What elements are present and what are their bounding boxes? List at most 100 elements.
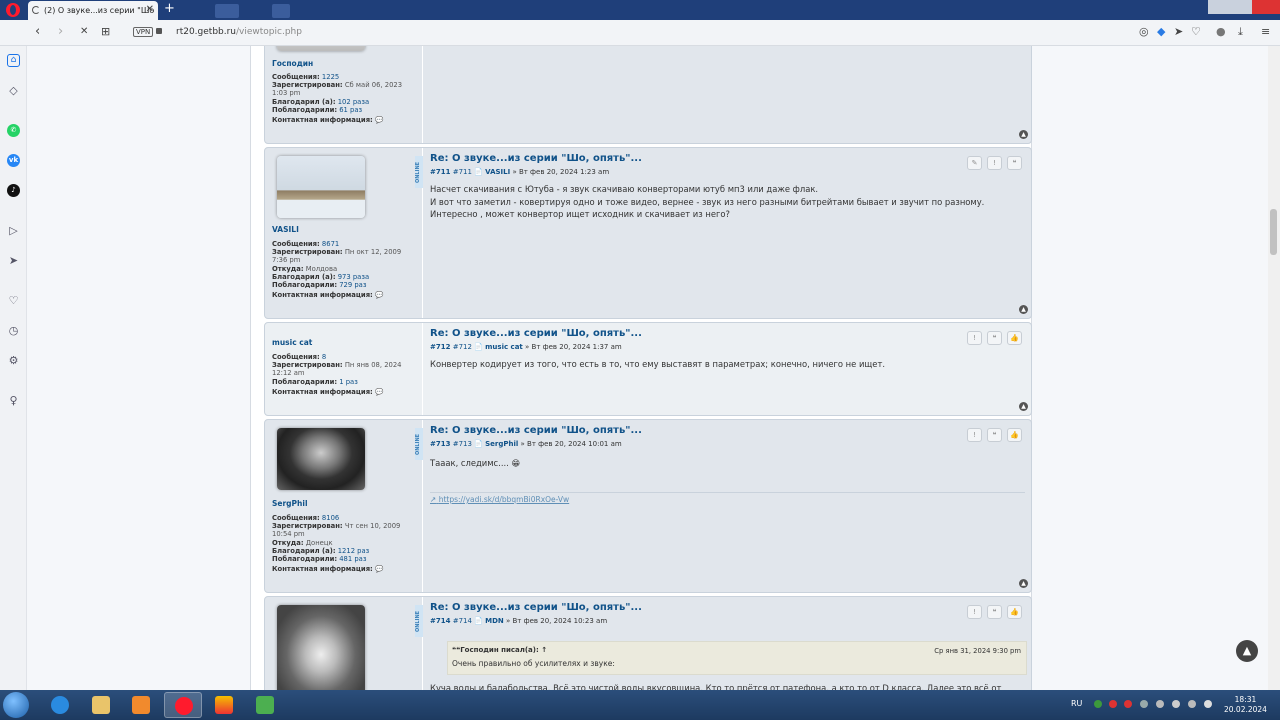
username[interactable]: VASILI — [272, 225, 299, 234]
contact-icon[interactable]: 💬 — [375, 116, 383, 124]
whatsapp-icon[interactable]: ✆ — [7, 124, 20, 137]
forward-icon[interactable]: › — [58, 24, 63, 39]
lock-icon[interactable] — [156, 28, 162, 34]
post-permalink[interactable]: #712 — [453, 343, 472, 351]
tray-antivirus-icon[interactable] — [1109, 700, 1117, 708]
post-title[interactable]: Re: О звуке...из серии "Шо, опять"... — [430, 425, 642, 436]
system-clock[interactable]: 18:31 20.02.2024 — [1224, 695, 1267, 715]
tab-close-button[interactable]: ✕ — [146, 4, 154, 15]
messages-count[interactable]: 8671 — [322, 240, 339, 248]
maximize-button[interactable] — [1232, 0, 1252, 14]
was-thanked-link[interactable]: 1 раз — [339, 378, 358, 386]
quote-button[interactable]: ❝ — [987, 428, 1002, 442]
thanked-link[interactable]: 102 раза — [338, 98, 369, 106]
messages-count[interactable]: 8106 — [322, 514, 339, 522]
avatar[interactable] — [277, 156, 365, 218]
back-to-top-button[interactable]: ▲ — [1019, 130, 1028, 139]
messages-count[interactable]: 8 — [322, 353, 326, 361]
favorites-icon[interactable]: ♡ — [7, 294, 20, 307]
like-button[interactable]: 👍 — [1007, 605, 1022, 619]
thanked-link[interactable]: 1212 раз — [338, 547, 370, 555]
speed-dial-icon[interactable]: ◇ — [7, 84, 20, 97]
post-number-link[interactable]: #712 — [430, 343, 450, 351]
back-to-top-button[interactable]: ▲ — [1019, 305, 1028, 314]
url-field[interactable]: rt20.getbb.ru/viewtopic.php — [176, 27, 302, 37]
tray-app-icon[interactable] — [1140, 700, 1148, 708]
was-thanked-link[interactable]: 61 раз — [339, 106, 362, 114]
tray-network-icon[interactable] — [1156, 700, 1164, 708]
scrollbar-thumb[interactable] — [1270, 209, 1277, 255]
page-scrollbar[interactable] — [1268, 46, 1280, 690]
username[interactable]: SergPhil — [272, 499, 308, 508]
taskbar-ie[interactable] — [41, 692, 79, 718]
taskbar-media-player[interactable] — [122, 692, 160, 718]
username[interactable]: Господин — [272, 59, 313, 68]
minimize-button[interactable] — [1208, 0, 1232, 14]
settings-icon[interactable]: ⚙ — [7, 354, 20, 367]
taskbar-aimp[interactable] — [205, 692, 243, 718]
post-author[interactable]: MDN — [485, 617, 504, 625]
tabs-grid-icon[interactable]: ⊞ — [101, 25, 110, 38]
tray-opera-icon[interactable] — [1124, 700, 1132, 708]
contact-icon[interactable]: 💬 — [375, 388, 383, 396]
avatar[interactable] — [277, 46, 365, 51]
post-permalink[interactable]: #711 — [453, 168, 472, 176]
easy-setup-menu-icon[interactable]: ≡ — [1261, 25, 1270, 38]
vpn-badge[interactable]: VPN — [133, 27, 154, 37]
avatar[interactable] — [277, 605, 365, 690]
vk-icon[interactable]: vk — [7, 154, 20, 167]
username[interactable]: music cat — [272, 338, 312, 347]
post-number-link[interactable]: #714 — [430, 617, 450, 625]
post-permalink[interactable]: #714 — [453, 617, 472, 625]
tab-active[interactable]: (2) О звуке...из серии "Шо ✕ — [28, 1, 158, 20]
back-to-top-button[interactable]: ▲ — [1019, 579, 1028, 588]
tray-app-icon[interactable] — [1094, 700, 1102, 708]
scroll-to-top-fab[interactable]: ▲ — [1236, 640, 1258, 662]
report-button[interactable]: ! — [967, 331, 982, 345]
opera-logo-icon[interactable] — [6, 3, 20, 17]
heart-icon[interactable]: ♡ — [1191, 25, 1201, 38]
background-tab[interactable] — [272, 4, 290, 18]
edit-button[interactable]: ✎ — [967, 156, 982, 170]
report-button[interactable]: ! — [967, 605, 982, 619]
taskbar-opera[interactable] — [164, 692, 202, 718]
snapshot-icon[interactable]: ◎ — [1139, 25, 1149, 38]
tips-icon[interactable]: ♀ — [7, 394, 20, 407]
contact-icon[interactable]: 💬 — [375, 565, 383, 573]
taskbar-explorer[interactable] — [82, 692, 120, 718]
home-icon[interactable]: ⌂ — [7, 54, 20, 67]
thanked-link[interactable]: 973 раза — [338, 273, 369, 281]
post-author[interactable]: SergPhil — [485, 440, 518, 448]
was-thanked-link[interactable]: 481 раз — [339, 555, 366, 563]
post-author[interactable]: music cat — [485, 343, 523, 351]
account-icon[interactable]: ● — [1216, 25, 1226, 38]
post-title[interactable]: Re: О звуке...из серии "Шо, опять"... — [430, 153, 642, 164]
quote-button[interactable]: ❝ — [987, 605, 1002, 619]
taskbar-utorrent[interactable] — [246, 692, 284, 718]
player-icon[interactable]: ▷ — [7, 224, 20, 237]
post-title[interactable]: Re: О звуке...из серии "Шо, опять"... — [430, 328, 642, 339]
tray-volume-icon[interactable] — [1172, 700, 1180, 708]
quote-button[interactable]: ❝ — [1007, 156, 1022, 170]
post-title[interactable]: Re: О звуке...из серии "Шо, опять"... — [430, 602, 642, 613]
post-permalink[interactable]: #713 — [453, 440, 472, 448]
was-thanked-link[interactable]: 729 раз — [339, 281, 366, 289]
report-button[interactable]: ! — [967, 428, 982, 442]
post-author[interactable]: VASILI — [485, 168, 510, 176]
send-icon[interactable]: ➤ — [1174, 25, 1183, 38]
language-indicator[interactable]: RU — [1071, 699, 1082, 708]
send-sidebar-icon[interactable]: ➤ — [7, 254, 20, 267]
stop-loading-icon[interactable]: ✕ — [80, 26, 88, 37]
back-to-top-button[interactable]: ▲ — [1019, 402, 1028, 411]
start-button[interactable] — [3, 692, 29, 718]
quote-button[interactable]: ❝ — [987, 331, 1002, 345]
quote-author[interactable]: ❝❝Господин писал(а): ↑ — [452, 646, 547, 654]
contact-icon[interactable]: 💬 — [375, 291, 383, 299]
download-icon[interactable]: ⤓ — [1238, 25, 1243, 39]
back-icon[interactable]: ‹ — [35, 24, 40, 39]
adblock-shield-icon[interactable]: ◆ — [1157, 25, 1165, 38]
history-icon[interactable]: ◷ — [7, 324, 20, 337]
like-button[interactable]: 👍 — [1007, 428, 1022, 442]
tiktok-icon[interactable]: ♪ — [7, 184, 20, 197]
avatar[interactable] — [277, 428, 365, 490]
